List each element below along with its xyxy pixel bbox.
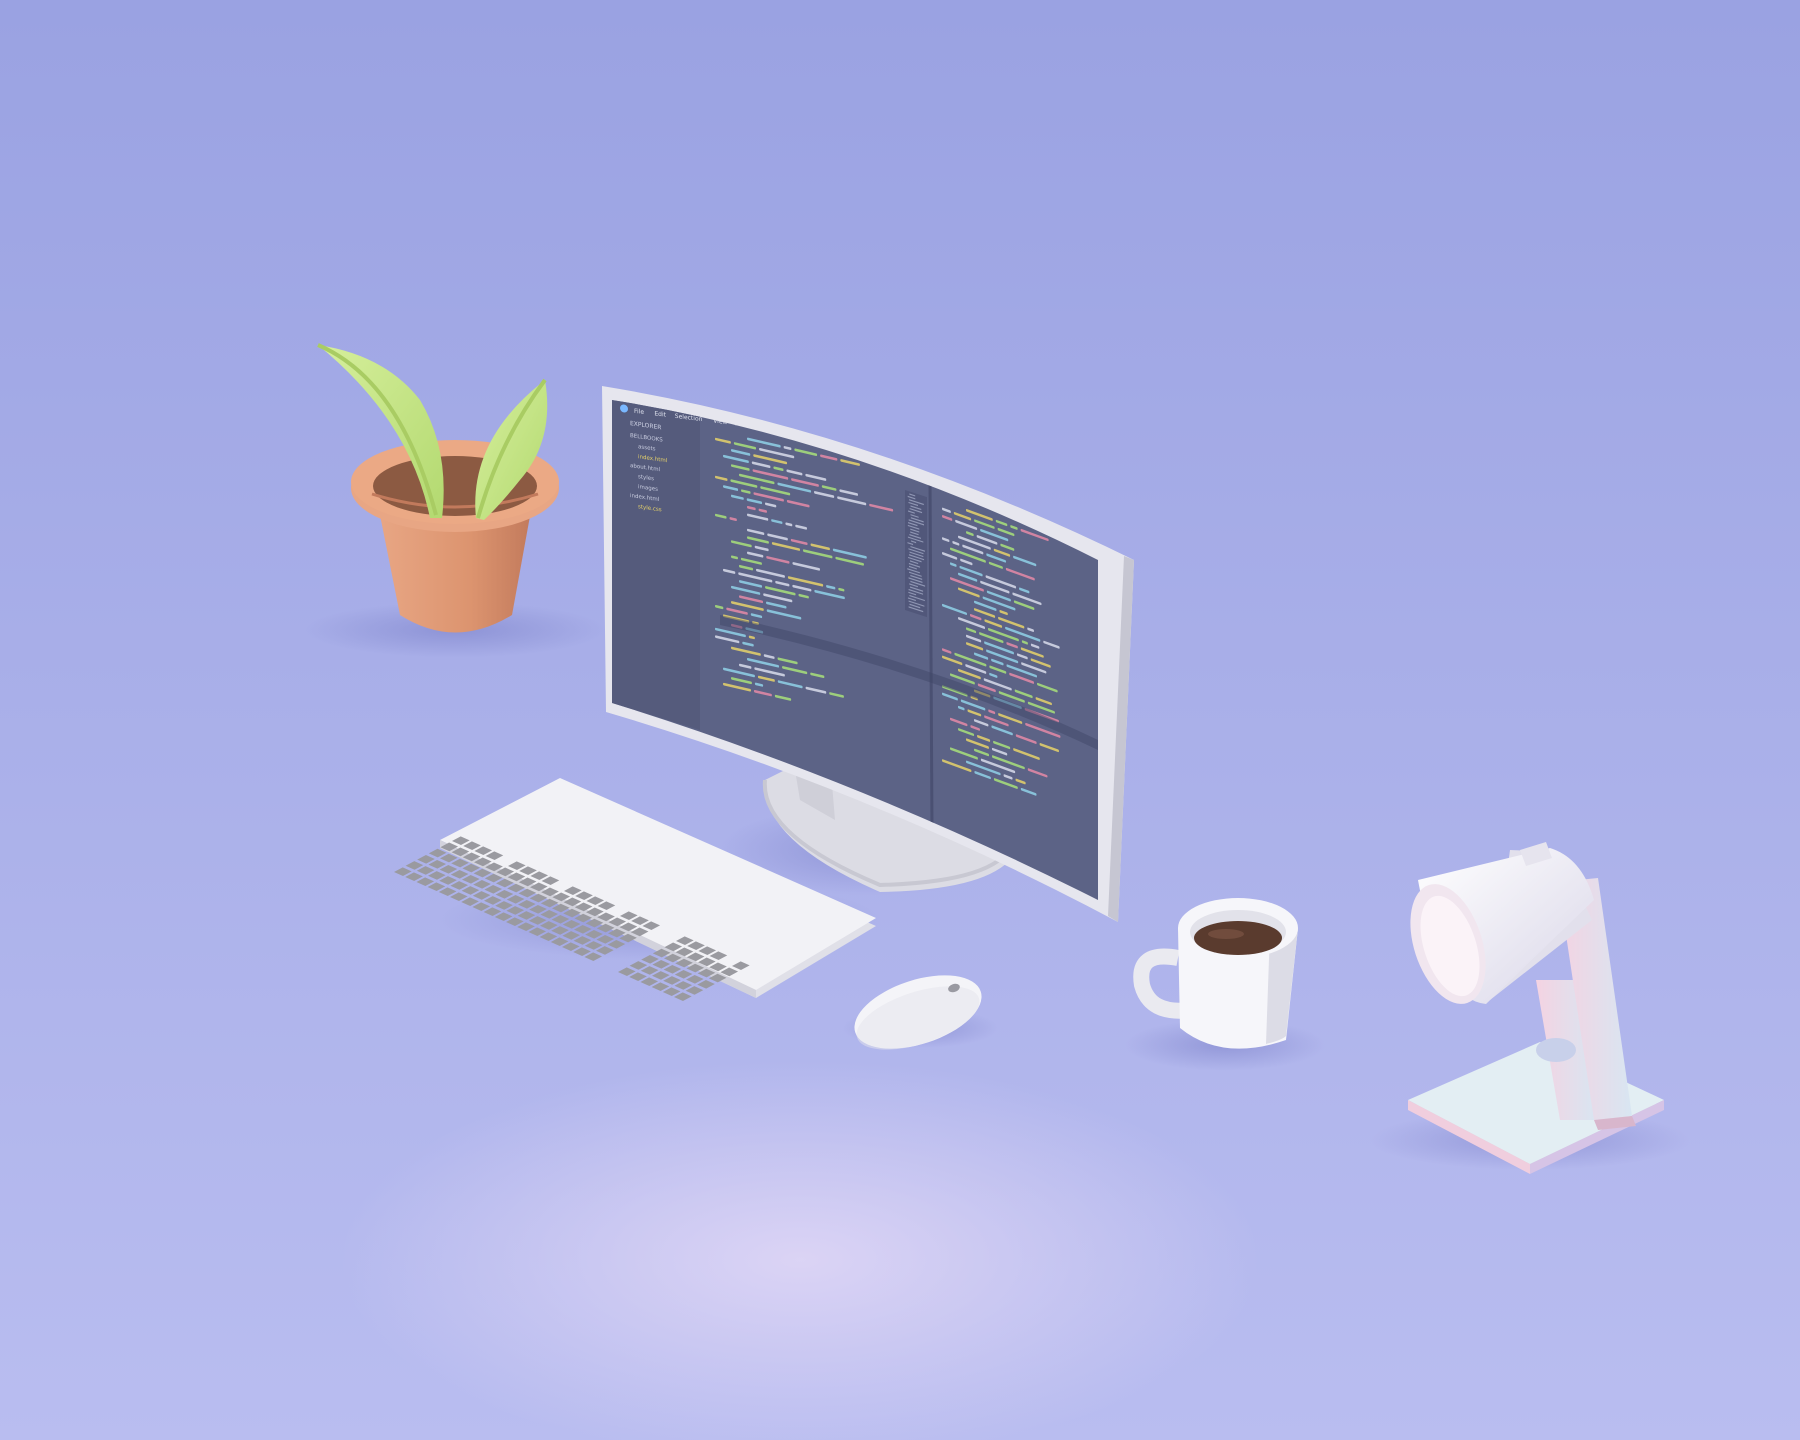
menu-item[interactable]: File [634, 408, 644, 416]
menu-item[interactable]: Edit [654, 410, 666, 418]
explorer-sidebar [612, 400, 700, 730]
scene-svg: FileEditSelectionViewGoRunTerminalHelp E… [0, 0, 1800, 1440]
desk-scene: FileEditSelectionViewGoRunTerminalHelp E… [0, 0, 1800, 1440]
minimap [905, 489, 927, 618]
coffee [1194, 921, 1282, 955]
